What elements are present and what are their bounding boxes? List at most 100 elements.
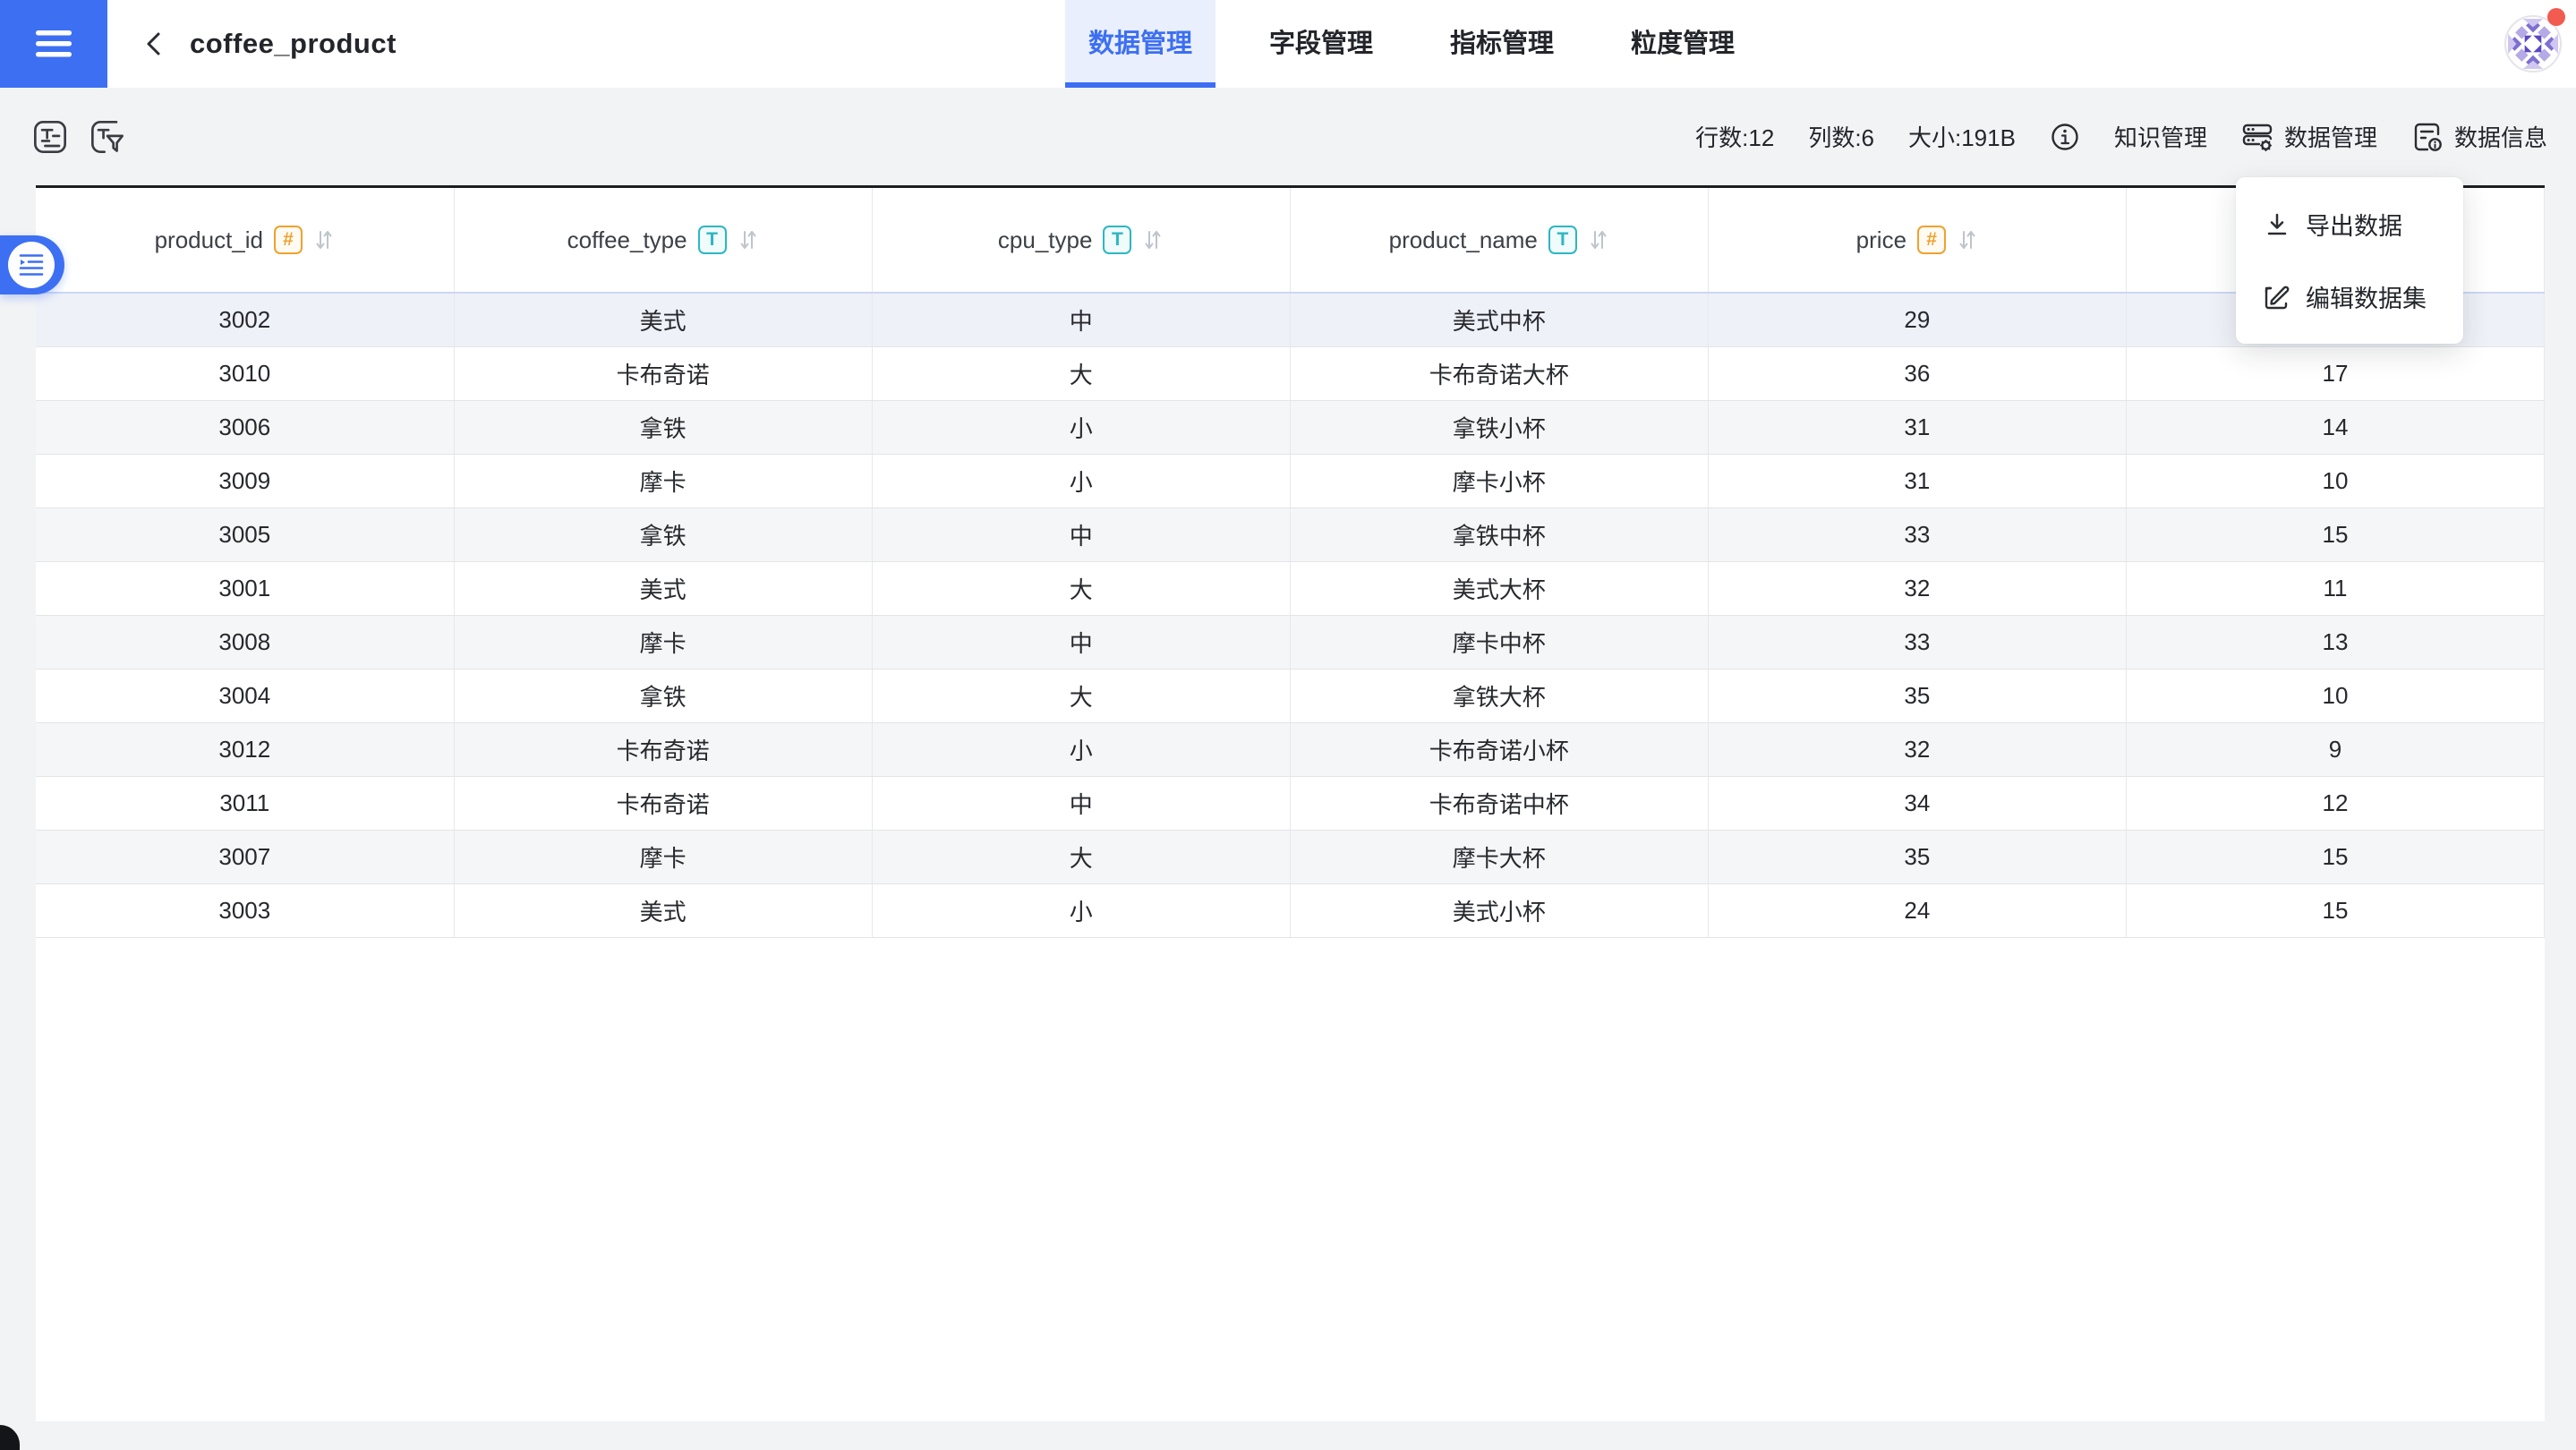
menu-item-label: 导出数据 xyxy=(2306,207,2402,242)
table-row[interactable]: 3011卡布奇诺中卡布奇诺中杯3412 xyxy=(36,776,2545,830)
table-cell: 拿铁大杯 xyxy=(1290,669,1708,722)
table-cell: 9 xyxy=(2126,722,2544,776)
tab-field-manage[interactable]: 字段管理 xyxy=(1246,0,1396,88)
sort-icon[interactable] xyxy=(738,227,759,252)
column-header-product_id: product_id # xyxy=(36,188,454,293)
field-display-button[interactable] xyxy=(29,115,72,158)
column-label: coffee_type xyxy=(567,226,687,254)
table-cell: 美式中杯 xyxy=(1290,293,1708,346)
tab-metric-manage[interactable]: 指标管理 xyxy=(1427,0,1577,88)
table-cell: 摩卡大杯 xyxy=(1290,830,1708,883)
table-cell: 12 xyxy=(2126,776,2544,830)
data-manage-label: 数据管理 xyxy=(2284,120,2377,153)
table-cell: 拿铁 xyxy=(454,669,872,722)
table-cell: 33 xyxy=(1708,615,2126,669)
table-cell: 3010 xyxy=(36,346,454,400)
table-cell: 卡布奇诺中杯 xyxy=(1290,776,1708,830)
table-row[interactable]: 3003美式小美式小杯2415 xyxy=(36,883,2545,937)
number-type-badge: # xyxy=(274,226,303,254)
table-cell: 35 xyxy=(1708,830,2126,883)
table-cell: 小 xyxy=(872,400,1290,454)
table-cell: 拿铁小杯 xyxy=(1290,400,1708,454)
edit-icon xyxy=(2263,283,2291,311)
table-cell: 34 xyxy=(1708,776,2126,830)
tab-bar: 数据管理 字段管理 指标管理 粒度管理 xyxy=(1065,0,1758,88)
data-table: product_id # coffee_type Tcpu_type Tproduct_… xyxy=(36,188,2545,938)
table-cell: 大 xyxy=(872,830,1290,883)
table-cell: 3012 xyxy=(36,722,454,776)
sort-icon[interactable] xyxy=(1957,227,1978,252)
column-count: 列数:6 xyxy=(1808,120,1874,153)
table-row[interactable]: 3002美式中美式中杯29 xyxy=(36,293,2545,346)
table-row[interactable]: 3009摩卡小摩卡小杯3110 xyxy=(36,454,2545,508)
sort-icon[interactable] xyxy=(1142,227,1164,252)
back-button[interactable] xyxy=(141,30,166,58)
top-bar: coffee_product 数据管理 字段管理 指标管理 粒度管理 xyxy=(0,0,2576,88)
table-row[interactable]: 3007摩卡大摩卡大杯3515 xyxy=(36,830,2545,883)
field-filter-button[interactable] xyxy=(86,115,129,158)
table-cell: 10 xyxy=(2126,454,2544,508)
sort-icon[interactable] xyxy=(1588,227,1609,252)
info-button[interactable] xyxy=(2050,122,2080,152)
table-cell: 拿铁 xyxy=(454,400,872,454)
column-header-product_name: product_nameT xyxy=(1290,188,1708,293)
table-cell: 卡布奇诺 xyxy=(454,346,872,400)
data-manage-button[interactable]: 数据管理 xyxy=(2241,120,2377,153)
menu-item-edit-dataset[interactable]: 编辑数据集 xyxy=(2236,260,2463,333)
column-label: product_id xyxy=(155,226,263,254)
table-row[interactable]: 3008摩卡中摩卡中杯3313 xyxy=(36,615,2545,669)
table-cell: 大 xyxy=(872,561,1290,615)
table-cell: 拿铁 xyxy=(454,508,872,561)
page-title: coffee_product xyxy=(190,28,397,60)
text-type-badge: T xyxy=(698,226,727,254)
table-cell: 3001 xyxy=(36,561,454,615)
table-cell: 3009 xyxy=(36,454,454,508)
data-size: 大小:191B xyxy=(1908,120,2016,153)
drawer-toggle-button[interactable] xyxy=(0,235,64,294)
avatar-identicon xyxy=(2508,19,2558,69)
user-avatar[interactable] xyxy=(2504,15,2562,72)
table-cell: 33 xyxy=(1708,508,2126,561)
hamburger-menu-button[interactable] xyxy=(0,0,107,88)
column-label: cpu_type xyxy=(998,226,1093,254)
table-row[interactable]: 3012卡布奇诺小卡布奇诺小杯329 xyxy=(36,722,2545,776)
info-icon xyxy=(2050,122,2080,152)
table-cell: 卡布奇诺 xyxy=(454,722,872,776)
data-table-panel: product_id # coffee_type Tcpu_type Tproduct_… xyxy=(36,185,2545,1421)
table-row[interactable]: 3006拿铁小拿铁小杯3114 xyxy=(36,400,2545,454)
table-cell: 大 xyxy=(872,346,1290,400)
document-info-icon xyxy=(2411,121,2444,153)
table-cell: 24 xyxy=(1708,883,2126,937)
text-field-icon xyxy=(32,119,68,155)
number-type-badge: # xyxy=(1917,226,1946,254)
table-cell: 摩卡小杯 xyxy=(1290,454,1708,508)
table-cell: 32 xyxy=(1708,561,2126,615)
knowledge-manage-label: 知识管理 xyxy=(2114,120,2207,153)
data-info-label: 数据信息 xyxy=(2454,120,2547,153)
table-cell: 3003 xyxy=(36,883,454,937)
table-row[interactable]: 3010卡布奇诺大卡布奇诺大杯3617 xyxy=(36,346,2545,400)
table-cell: 14 xyxy=(2126,400,2544,454)
text-type-badge: T xyxy=(1548,226,1577,254)
tab-granularity-manage[interactable]: 粒度管理 xyxy=(1608,0,1758,88)
table-cell: 中 xyxy=(872,615,1290,669)
drawer-toggle-circle xyxy=(8,242,55,288)
menu-item-export-data[interactable]: 导出数据 xyxy=(2236,188,2463,260)
table-row[interactable]: 3004拿铁大拿铁大杯3510 xyxy=(36,669,2545,722)
table-row[interactable]: 3001美式大美式大杯3211 xyxy=(36,561,2545,615)
table-cell: 35 xyxy=(1708,669,2126,722)
table-row[interactable]: 3005拿铁中拿铁中杯3315 xyxy=(36,508,2545,561)
sort-icon[interactable] xyxy=(313,227,335,252)
knowledge-manage-button[interactable]: 知识管理 xyxy=(2114,120,2207,153)
table-cell: 中 xyxy=(872,776,1290,830)
table-cell: 3004 xyxy=(36,669,454,722)
table-cell: 3005 xyxy=(36,508,454,561)
column-label: price xyxy=(1856,226,1906,254)
table-cell: 3007 xyxy=(36,830,454,883)
data-info-button[interactable]: 数据信息 xyxy=(2411,120,2547,153)
table-toolbar: 行数:12 列数:6 大小:191B 知识管理 数据管理 xyxy=(0,88,2576,185)
table-cell: 15 xyxy=(2126,883,2544,937)
row-count: 行数:12 xyxy=(1695,120,1774,153)
tab-data-manage[interactable]: 数据管理 xyxy=(1065,0,1215,88)
table-cell: 中 xyxy=(872,293,1290,346)
